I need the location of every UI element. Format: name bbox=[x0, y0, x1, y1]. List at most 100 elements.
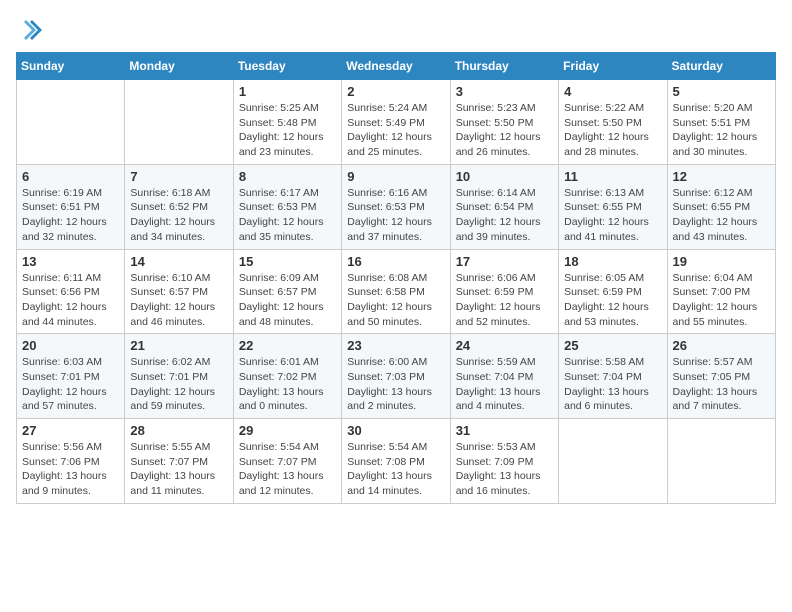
calendar-week-row: 27 Sunrise: 5:56 AM Sunset: 7:06 PM Dayli… bbox=[17, 419, 776, 504]
calendar-cell: 4 Sunrise: 5:22 AM Sunset: 5:50 PM Daylig… bbox=[559, 80, 667, 165]
weekday-header: Thursday bbox=[450, 53, 558, 80]
calendar-cell bbox=[125, 80, 233, 165]
calendar-cell: 24 Sunrise: 5:59 AM Sunset: 7:04 PM Dayli… bbox=[450, 334, 558, 419]
calendar-cell: 2 Sunrise: 5:24 AM Sunset: 5:49 PM Daylig… bbox=[342, 80, 450, 165]
calendar-cell: 9 Sunrise: 6:16 AM Sunset: 6:53 PM Daylig… bbox=[342, 164, 450, 249]
day-number: 1 bbox=[239, 84, 336, 99]
calendar-cell bbox=[559, 419, 667, 504]
calendar-cell: 16 Sunrise: 6:08 AM Sunset: 6:58 PM Dayli… bbox=[342, 249, 450, 334]
day-info: Sunrise: 5:58 AM Sunset: 7:04 PM Dayligh… bbox=[564, 355, 661, 414]
day-info: Sunrise: 6:03 AM Sunset: 7:01 PM Dayligh… bbox=[22, 355, 119, 414]
day-info: Sunrise: 6:18 AM Sunset: 6:52 PM Dayligh… bbox=[130, 186, 227, 245]
day-number: 7 bbox=[130, 169, 227, 184]
calendar-week-row: 20 Sunrise: 6:03 AM Sunset: 7:01 PM Dayli… bbox=[17, 334, 776, 419]
day-number: 28 bbox=[130, 423, 227, 438]
page-header bbox=[16, 16, 776, 44]
day-info: Sunrise: 5:56 AM Sunset: 7:06 PM Dayligh… bbox=[22, 440, 119, 499]
day-number: 23 bbox=[347, 338, 444, 353]
day-info: Sunrise: 6:08 AM Sunset: 6:58 PM Dayligh… bbox=[347, 271, 444, 330]
calendar-week-row: 1 Sunrise: 5:25 AM Sunset: 5:48 PM Daylig… bbox=[17, 80, 776, 165]
day-number: 4 bbox=[564, 84, 661, 99]
day-number: 2 bbox=[347, 84, 444, 99]
day-info: Sunrise: 6:04 AM Sunset: 7:00 PM Dayligh… bbox=[673, 271, 770, 330]
weekday-header: Sunday bbox=[17, 53, 125, 80]
day-info: Sunrise: 5:22 AM Sunset: 5:50 PM Dayligh… bbox=[564, 101, 661, 160]
day-info: Sunrise: 6:06 AM Sunset: 6:59 PM Dayligh… bbox=[456, 271, 553, 330]
day-number: 29 bbox=[239, 423, 336, 438]
calendar-cell: 30Sunrise: 5:54 AM Sunset: 7:08 PM Dayli… bbox=[342, 419, 450, 504]
day-info: Sunrise: 5:23 AM Sunset: 5:50 PM Dayligh… bbox=[456, 101, 553, 160]
day-info: Sunrise: 5:54 AM Sunset: 7:07 PM Dayligh… bbox=[239, 440, 336, 499]
day-info: Sunrise: 5:54 AM Sunset: 7:08 PM Dayligh… bbox=[347, 440, 444, 499]
day-info: Sunrise: 5:59 AM Sunset: 7:04 PM Dayligh… bbox=[456, 355, 553, 414]
day-number: 16 bbox=[347, 254, 444, 269]
calendar-cell: 15 Sunrise: 6:09 AM Sunset: 6:57 PM Dayli… bbox=[233, 249, 341, 334]
weekday-header: Saturday bbox=[667, 53, 775, 80]
calendar-week-row: 13Sunrise: 6:11 AM Sunset: 6:56 PM Dayli… bbox=[17, 249, 776, 334]
weekday-header: Tuesday bbox=[233, 53, 341, 80]
calendar-cell: 5 Sunrise: 5:20 AM Sunset: 5:51 PM Daylig… bbox=[667, 80, 775, 165]
day-number: 5 bbox=[673, 84, 770, 99]
day-info: Sunrise: 6:09 AM Sunset: 6:57 PM Dayligh… bbox=[239, 271, 336, 330]
calendar-table: SundayMondayTuesdayWednesdayThursdayFrid… bbox=[16, 52, 776, 504]
day-info: Sunrise: 5:25 AM Sunset: 5:48 PM Dayligh… bbox=[239, 101, 336, 160]
day-number: 15 bbox=[239, 254, 336, 269]
day-number: 31 bbox=[456, 423, 553, 438]
calendar-cell bbox=[667, 419, 775, 504]
day-number: 26 bbox=[673, 338, 770, 353]
calendar-week-row: 6 Sunrise: 6:19 AM Sunset: 6:51 PM Daylig… bbox=[17, 164, 776, 249]
day-info: Sunrise: 5:24 AM Sunset: 5:49 PM Dayligh… bbox=[347, 101, 444, 160]
day-number: 6 bbox=[22, 169, 119, 184]
calendar-cell: 18 Sunrise: 6:05 AM Sunset: 6:59 PM Dayli… bbox=[559, 249, 667, 334]
day-info: Sunrise: 6:05 AM Sunset: 6:59 PM Dayligh… bbox=[564, 271, 661, 330]
calendar-cell: 11Sunrise: 6:13 AM Sunset: 6:55 PM Dayli… bbox=[559, 164, 667, 249]
calendar-cell: 29 Sunrise: 5:54 AM Sunset: 7:07 PM Dayli… bbox=[233, 419, 341, 504]
logo bbox=[16, 16, 48, 44]
weekday-header-row: SundayMondayTuesdayWednesdayThursdayFrid… bbox=[17, 53, 776, 80]
day-info: Sunrise: 6:13 AM Sunset: 6:55 PM Dayligh… bbox=[564, 186, 661, 245]
calendar-cell: 10 Sunrise: 6:14 AM Sunset: 6:54 PM Dayli… bbox=[450, 164, 558, 249]
calendar-cell: 22Sunrise: 6:01 AM Sunset: 7:02 PM Dayli… bbox=[233, 334, 341, 419]
calendar-cell: 28 Sunrise: 5:55 AM Sunset: 7:07 PM Dayli… bbox=[125, 419, 233, 504]
day-info: Sunrise: 5:53 AM Sunset: 7:09 PM Dayligh… bbox=[456, 440, 553, 499]
day-info: Sunrise: 5:55 AM Sunset: 7:07 PM Dayligh… bbox=[130, 440, 227, 499]
calendar-cell: 31 Sunrise: 5:53 AM Sunset: 7:09 PM Dayli… bbox=[450, 419, 558, 504]
day-number: 24 bbox=[456, 338, 553, 353]
weekday-header: Monday bbox=[125, 53, 233, 80]
day-info: Sunrise: 6:01 AM Sunset: 7:02 PM Dayligh… bbox=[239, 355, 336, 414]
day-info: Sunrise: 6:14 AM Sunset: 6:54 PM Dayligh… bbox=[456, 186, 553, 245]
day-number: 10 bbox=[456, 169, 553, 184]
calendar-cell: 12Sunrise: 6:12 AM Sunset: 6:55 PM Dayli… bbox=[667, 164, 775, 249]
calendar-cell: 23 Sunrise: 6:00 AM Sunset: 7:03 PM Dayli… bbox=[342, 334, 450, 419]
day-info: Sunrise: 6:11 AM Sunset: 6:56 PM Dayligh… bbox=[22, 271, 119, 330]
day-number: 9 bbox=[347, 169, 444, 184]
calendar-cell: 1 Sunrise: 5:25 AM Sunset: 5:48 PM Daylig… bbox=[233, 80, 341, 165]
day-number: 18 bbox=[564, 254, 661, 269]
calendar-cell: 25 Sunrise: 5:58 AM Sunset: 7:04 PM Dayli… bbox=[559, 334, 667, 419]
day-number: 25 bbox=[564, 338, 661, 353]
day-info: Sunrise: 6:19 AM Sunset: 6:51 PM Dayligh… bbox=[22, 186, 119, 245]
calendar-cell: 6 Sunrise: 6:19 AM Sunset: 6:51 PM Daylig… bbox=[17, 164, 125, 249]
day-number: 3 bbox=[456, 84, 553, 99]
calendar-cell: 26 Sunrise: 5:57 AM Sunset: 7:05 PM Dayli… bbox=[667, 334, 775, 419]
day-number: 20 bbox=[22, 338, 119, 353]
day-info: Sunrise: 5:57 AM Sunset: 7:05 PM Dayligh… bbox=[673, 355, 770, 414]
calendar-cell: 20 Sunrise: 6:03 AM Sunset: 7:01 PM Dayli… bbox=[17, 334, 125, 419]
calendar-cell: 13Sunrise: 6:11 AM Sunset: 6:56 PM Dayli… bbox=[17, 249, 125, 334]
day-info: Sunrise: 5:20 AM Sunset: 5:51 PM Dayligh… bbox=[673, 101, 770, 160]
day-number: 8 bbox=[239, 169, 336, 184]
calendar-cell bbox=[17, 80, 125, 165]
day-info: Sunrise: 6:02 AM Sunset: 7:01 PM Dayligh… bbox=[130, 355, 227, 414]
calendar-cell: 14Sunrise: 6:10 AM Sunset: 6:57 PM Dayli… bbox=[125, 249, 233, 334]
day-number: 19 bbox=[673, 254, 770, 269]
weekday-header: Friday bbox=[559, 53, 667, 80]
day-number: 21 bbox=[130, 338, 227, 353]
day-info: Sunrise: 6:00 AM Sunset: 7:03 PM Dayligh… bbox=[347, 355, 444, 414]
day-number: 17 bbox=[456, 254, 553, 269]
calendar-cell: 21 Sunrise: 6:02 AM Sunset: 7:01 PM Dayli… bbox=[125, 334, 233, 419]
day-number: 27 bbox=[22, 423, 119, 438]
calendar-cell: 3 Sunrise: 5:23 AM Sunset: 5:50 PM Daylig… bbox=[450, 80, 558, 165]
day-info: Sunrise: 6:12 AM Sunset: 6:55 PM Dayligh… bbox=[673, 186, 770, 245]
day-info: Sunrise: 6:10 AM Sunset: 6:57 PM Dayligh… bbox=[130, 271, 227, 330]
day-info: Sunrise: 6:16 AM Sunset: 6:53 PM Dayligh… bbox=[347, 186, 444, 245]
